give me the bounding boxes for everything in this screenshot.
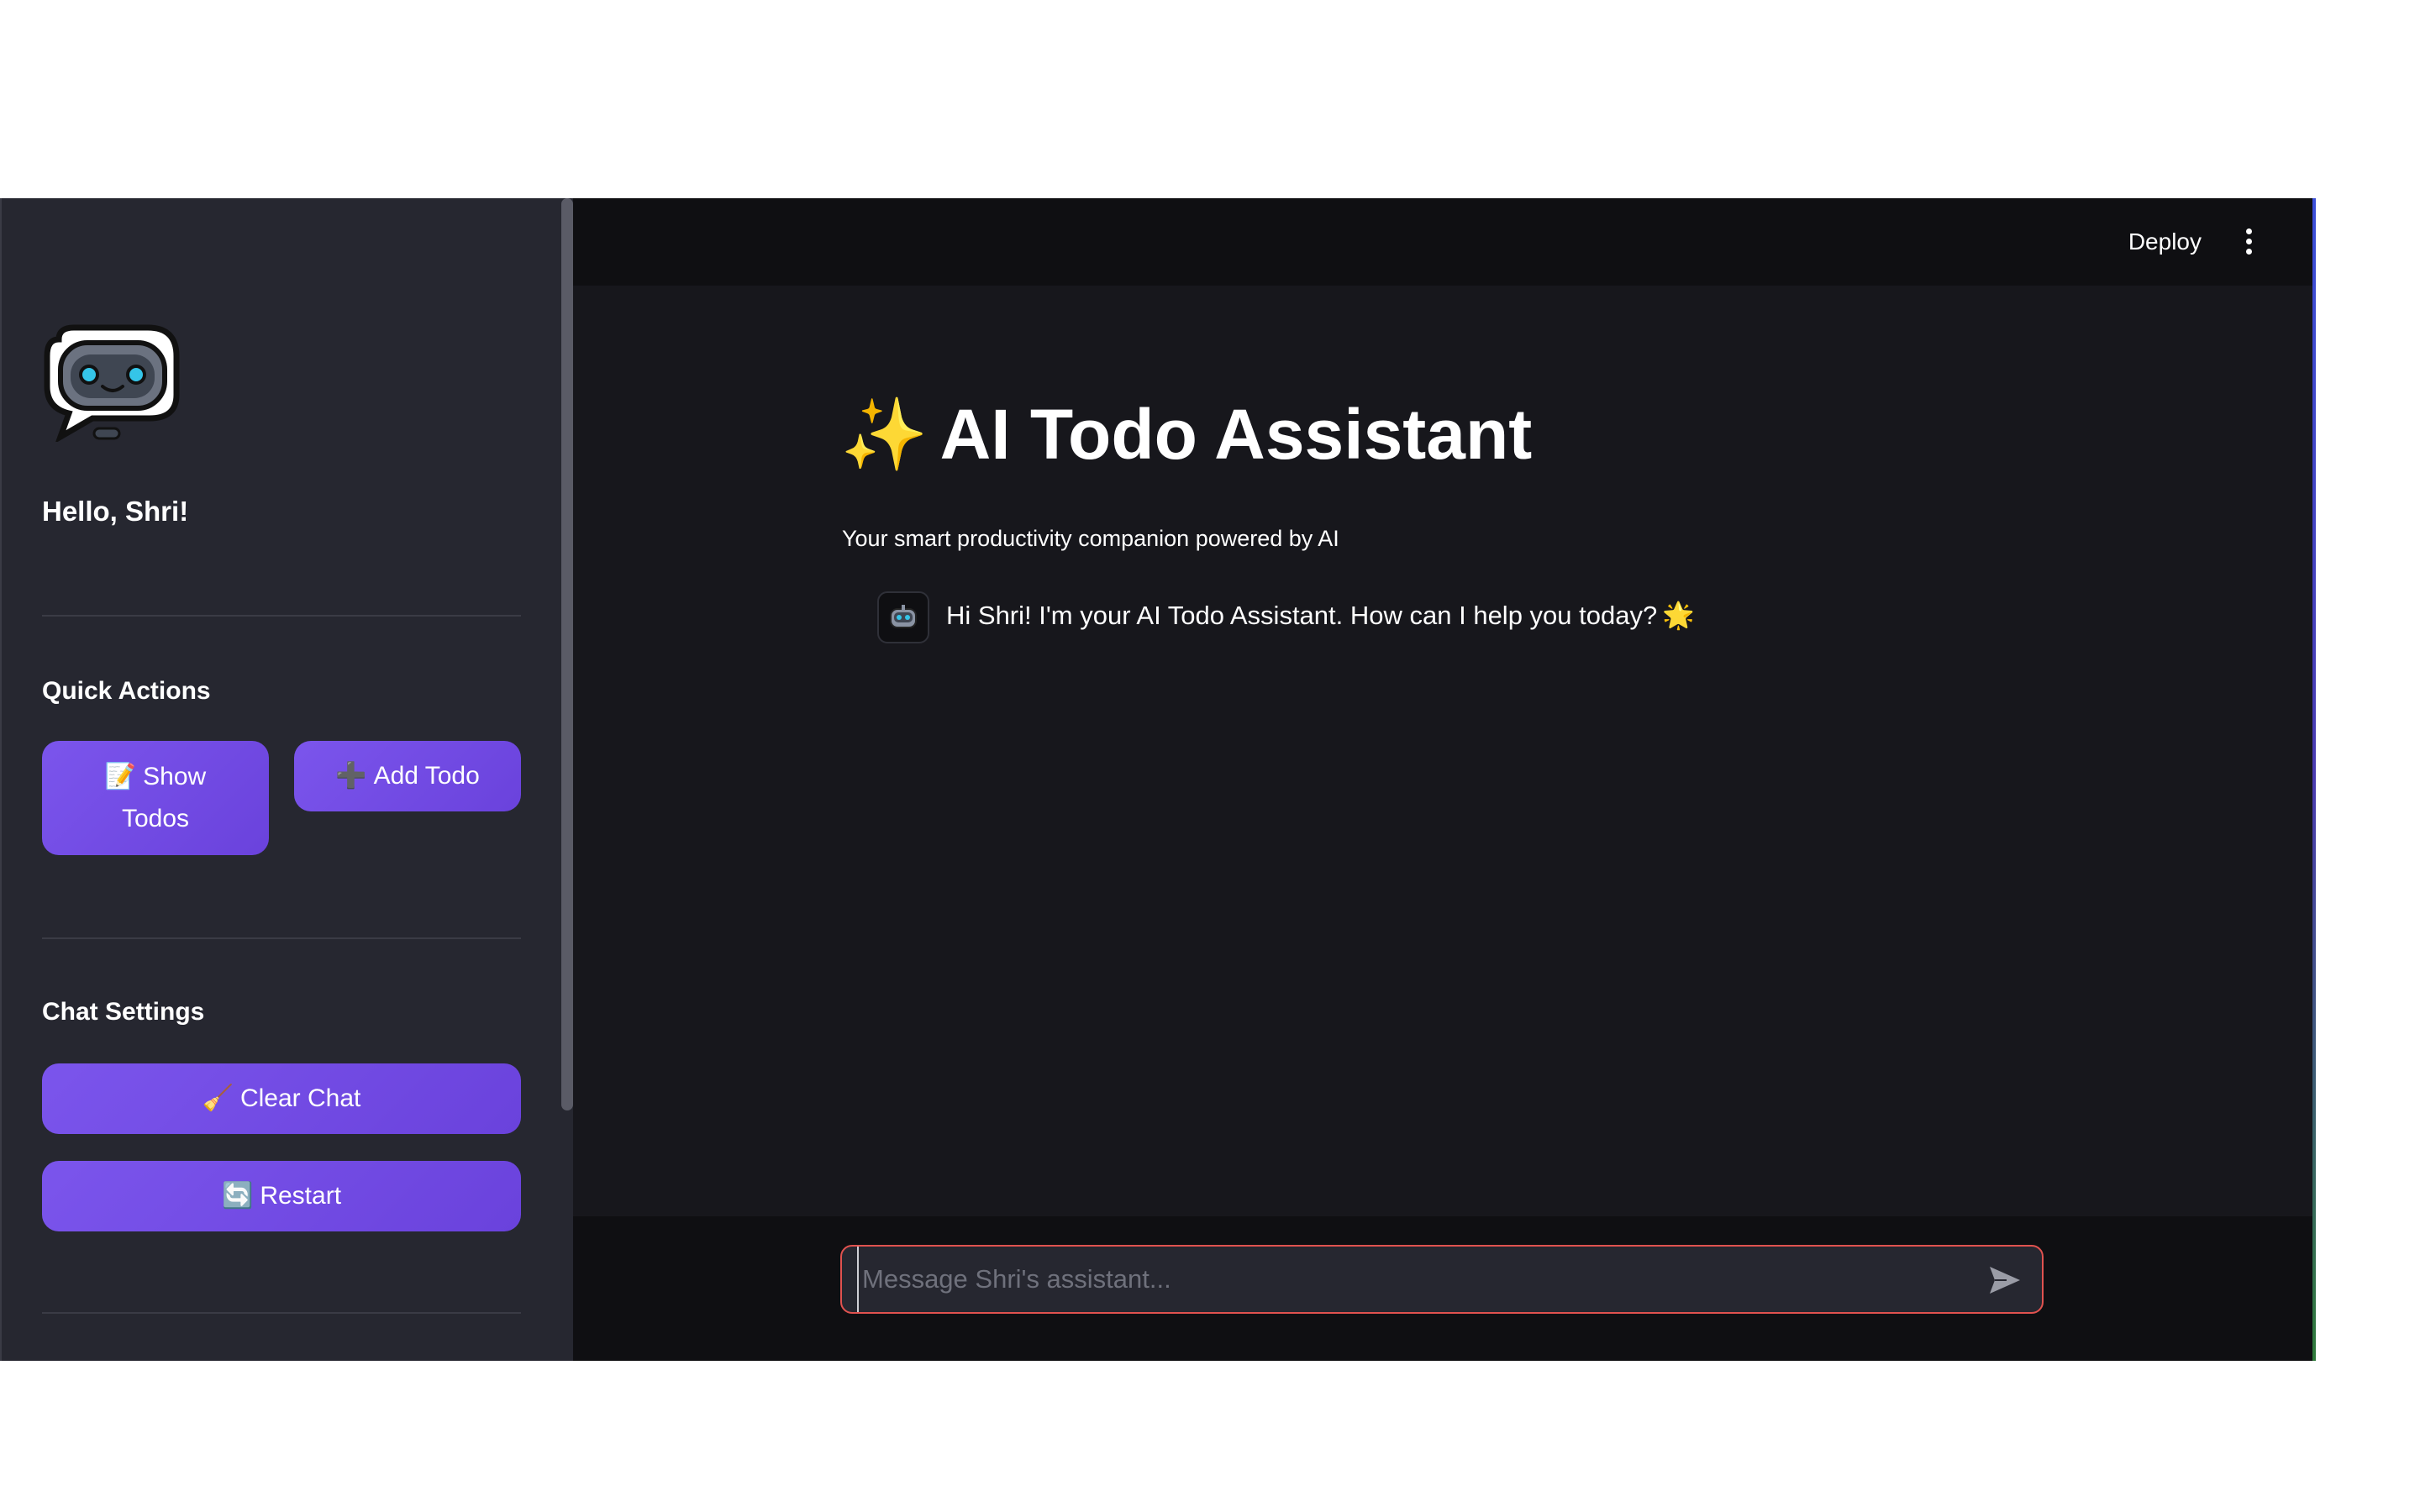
plus-icon: ➕ <box>335 761 367 790</box>
chat-settings-heading: Chat Settings <box>42 998 205 1026</box>
clear-chat-label: Clear Chat <box>239 1084 361 1112</box>
sidebar-divider <box>42 615 521 617</box>
chat-input-area <box>573 1216 2316 1361</box>
restart-button[interactable]: 🔄 Restart <box>42 1161 521 1231</box>
greeting-text: Hello, Shri! <box>42 496 189 527</box>
star-icon: 🌟 <box>1662 601 1695 631</box>
sparkles-icon: ✨ <box>840 393 929 475</box>
quick-actions-heading: Quick Actions <box>42 677 211 705</box>
sidebar-divider <box>42 937 521 939</box>
refresh-icon: 🔄 <box>221 1181 254 1210</box>
window-edge <box>2312 198 2316 1361</box>
page-subtitle: Your smart productivity companion powere… <box>842 526 1339 551</box>
add-todo-label: Add Todo <box>373 762 480 790</box>
show-todos-button[interactable]: 📝 Show Todos <box>42 741 269 855</box>
show-todos-label-1: Show <box>143 763 207 790</box>
broom-icon: 🧹 <box>202 1084 234 1113</box>
assistant-message: Hi Shri! I'm your AI Todo Assistant. How… <box>946 600 1695 631</box>
kebab-menu-icon[interactable] <box>2244 228 2254 257</box>
robot-chat-bubble-icon <box>42 324 180 444</box>
page-title: ✨ AI Todo Assistant <box>840 393 1532 476</box>
page-title-text: AI Todo Assistant <box>939 395 1533 474</box>
clear-chat-button[interactable]: 🧹 Clear Chat <box>42 1063 521 1134</box>
memo-icon: 📝 <box>104 762 137 791</box>
restart-label: Restart <box>260 1182 342 1210</box>
assistant-message-text: Hi Shri! I'm your AI Todo Assistant. How… <box>946 601 1658 630</box>
sidebar-scrollbar[interactable] <box>561 198 573 1110</box>
sidebar-divider <box>42 1312 521 1314</box>
deploy-button[interactable]: Deploy <box>2128 223 2202 260</box>
main-content: ✨ AI Todo Assistant Your smart productivi… <box>573 286 2316 1216</box>
chat-message-input[interactable] <box>857 1247 1966 1312</box>
add-todo-button[interactable]: ➕ Add Todo <box>294 741 521 811</box>
chat-input-box[interactable] <box>840 1245 2044 1314</box>
robot-icon <box>877 591 929 643</box>
app-window: Hello, Shri! Quick Actions 📝 Show Todos ➕… <box>0 198 2316 1361</box>
top-toolbar: Deploy <box>573 198 2316 286</box>
sidebar: Hello, Shri! Quick Actions 📝 Show Todos ➕… <box>0 198 573 1361</box>
send-icon[interactable] <box>1988 1265 2022 1295</box>
show-todos-label-2: Todos <box>121 805 190 832</box>
